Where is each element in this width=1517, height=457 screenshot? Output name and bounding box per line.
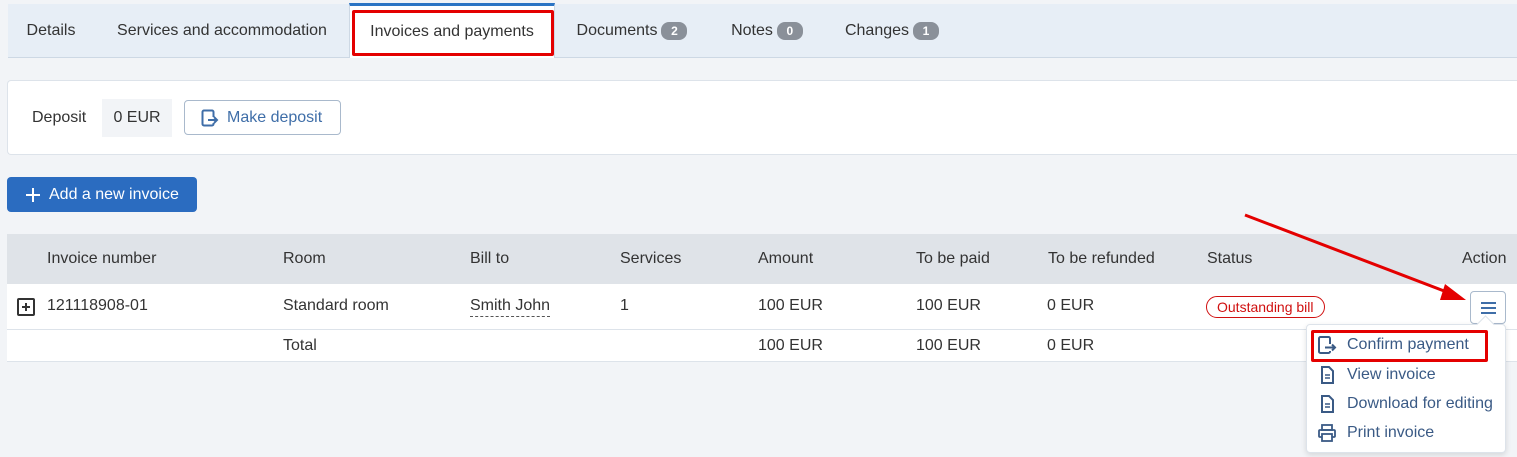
column-header: Bill to	[470, 250, 510, 267]
total-to-be-refunded: 0 EUR	[1047, 337, 1095, 354]
status-badge: Outstanding bill	[1206, 296, 1325, 318]
menu-item-label: Confirm payment	[1347, 336, 1469, 353]
make-deposit-label: Make deposit	[227, 108, 323, 126]
count-badge: 2	[661, 22, 688, 40]
column-header: Amount	[758, 250, 814, 267]
document-icon	[1321, 366, 1334, 384]
tab-label: Notes	[731, 22, 773, 39]
tab-label: Services and accommodation	[117, 22, 327, 39]
menu-item-label: Download for editing	[1347, 395, 1493, 412]
total-amount: 100 EUR	[758, 337, 823, 354]
count-badge: 0	[776, 22, 803, 40]
column-header: To be refunded	[1048, 250, 1155, 267]
hamburger-icon-line	[1481, 312, 1496, 314]
column-header: Services	[620, 250, 682, 267]
total-label: Total	[283, 337, 317, 354]
expand-row-icon[interactable]	[17, 298, 35, 316]
annotation-arrow-icon	[1244, 213, 1466, 300]
amount-cell: 100 EUR	[758, 297, 823, 314]
tab-invoices-payments[interactable]: Invoices and payments	[349, 3, 555, 58]
tab-bar: Details Services and accommodation Invoi…	[8, 3, 1517, 58]
tab-label: Changes	[844, 22, 910, 39]
menu-item-view-invoice[interactable]: View invoice	[1317, 361, 1436, 389]
table-row: 121118908-01 Standard room Smith John 1 …	[7, 284, 1517, 330]
plus-icon	[26, 187, 40, 202]
tab-changes[interactable]: Changes 1	[825, 4, 959, 58]
column-header: To be paid	[916, 250, 990, 267]
column-header: Status	[1207, 250, 1253, 267]
tab-label: Documents	[576, 22, 658, 39]
deposit-panel: Deposit 0 EUR Make deposit	[7, 80, 1517, 155]
confirm-payment-icon	[1318, 336, 1337, 354]
invoices-page: Details Services and accommodation Invoi…	[0, 0, 1517, 457]
document-icon	[1321, 395, 1334, 413]
column-header: Invoice number	[47, 250, 157, 267]
deposit-icon	[201, 109, 219, 126]
hamburger-icon-line	[1481, 307, 1496, 309]
add-invoice-label: Add a new invoice	[49, 185, 179, 203]
room-cell: Standard room	[283, 297, 389, 314]
menu-item-print-invoice[interactable]: Print invoice	[1317, 419, 1434, 447]
bill-to-link[interactable]: Smith John	[470, 297, 551, 317]
total-row: Total 100 EUR 100 EUR 0 EUR	[7, 330, 1517, 362]
count-badge: 1	[913, 22, 940, 40]
tab-notes[interactable]: Notes 0	[709, 4, 825, 58]
deposit-value: 0 EUR	[102, 99, 172, 137]
to-be-refunded-cell: 0 EUR	[1047, 297, 1095, 314]
table-header: Invoice number Room Bill to Services Amo…	[7, 234, 1517, 284]
deposit-label: Deposit	[32, 109, 87, 126]
invoice-table: Invoice number Room Bill to Services Amo…	[7, 234, 1517, 362]
tab-label: Invoices and payments	[370, 23, 534, 40]
menu-item-confirm-payment[interactable]: Confirm payment	[1317, 331, 1469, 359]
tab-documents[interactable]: Documents 2	[555, 4, 709, 58]
tab-details[interactable]: Details	[8, 4, 94, 58]
tab-services-accommodation[interactable]: Services and accommodation	[94, 4, 350, 58]
tab-label: Details	[26, 22, 76, 39]
printer-icon	[1318, 424, 1336, 442]
invoice-number: 121118908-01	[47, 297, 148, 314]
services-cell: 1	[620, 297, 629, 314]
menu-item-label: View invoice	[1347, 366, 1436, 383]
to-be-paid-cell: 100 EUR	[916, 297, 981, 314]
column-header: Action	[1462, 250, 1507, 267]
menu-item-download-for-editing[interactable]: Download for editing	[1317, 390, 1493, 418]
column-header: Room	[283, 250, 326, 267]
action-dropdown-menu: Confirm payment View invoice Download fo…	[1306, 324, 1506, 453]
make-deposit-button[interactable]: Make deposit	[184, 100, 341, 135]
total-to-be-paid: 100 EUR	[916, 337, 981, 354]
hamburger-icon-line	[1481, 302, 1496, 304]
menu-item-label: Print invoice	[1347, 424, 1435, 441]
add-invoice-button[interactable]: Add a new invoice	[7, 177, 197, 212]
